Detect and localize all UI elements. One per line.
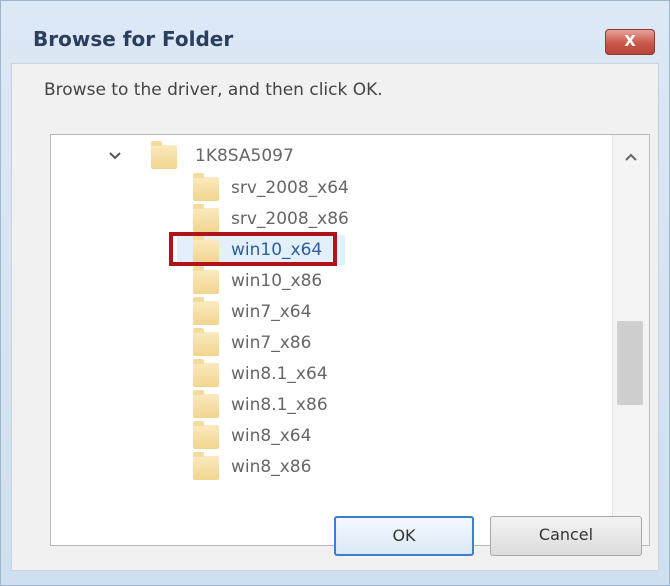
tree-item-label: win7_x86 bbox=[231, 333, 312, 353]
folder-icon bbox=[193, 204, 219, 232]
folder-icon bbox=[193, 359, 219, 387]
close-button[interactable]: X bbox=[605, 29, 655, 55]
tree-item-label: win8.1_x86 bbox=[231, 395, 328, 415]
tree-item[interactable]: win7_x64 bbox=[51, 297, 611, 329]
tree-item[interactable]: win8_x86 bbox=[51, 452, 611, 484]
tree-item-parent[interactable]: 1K8SA5097 bbox=[51, 141, 611, 173]
tree-item-label: srv_2008_x64 bbox=[231, 178, 349, 198]
tree-item-label: win8_x86 bbox=[231, 457, 312, 477]
dialog-body: Browse to the driver, and then click OK.… bbox=[11, 63, 659, 571]
chevron-up-icon[interactable] bbox=[623, 149, 639, 165]
tree-item-label: 1K8SA5097 bbox=[195, 146, 294, 166]
tree-item[interactable]: win8_x64 bbox=[51, 421, 611, 453]
dialog-title: Browse for Folder bbox=[33, 27, 234, 51]
folder-icon bbox=[193, 266, 219, 294]
ok-button[interactable]: OK bbox=[334, 516, 474, 556]
tree-item[interactable]: srv_2008_x64 bbox=[51, 173, 611, 205]
tree-item-label: srv_2008_x86 bbox=[231, 209, 349, 229]
folder-icon bbox=[193, 390, 219, 418]
tree-item[interactable]: win8.1_x86 bbox=[51, 390, 611, 422]
folder-tree[interactable]: 1K8SA5097 srv_2008_x64 srv_2008_x86 win1… bbox=[50, 134, 650, 546]
folder-icon bbox=[193, 421, 219, 449]
vertical-scrollbar[interactable] bbox=[612, 135, 649, 545]
tree-item[interactable]: win10_x86 bbox=[51, 266, 611, 298]
title-bar[interactable]: Browse for Folder X bbox=[1, 1, 669, 65]
tree-item-label: win8.1_x64 bbox=[231, 364, 328, 384]
scrollbar-thumb[interactable] bbox=[617, 321, 643, 405]
folder-icon bbox=[193, 297, 219, 325]
folder-icon bbox=[193, 328, 219, 356]
tree-item-label: win7_x64 bbox=[231, 302, 312, 322]
close-icon: X bbox=[624, 32, 636, 50]
folder-icon bbox=[193, 452, 219, 480]
tree-item[interactable]: win7_x86 bbox=[51, 328, 611, 360]
browse-for-folder-dialog: Browse for Folder X Browse to the driver… bbox=[0, 0, 670, 586]
tree-item-label: win8_x64 bbox=[231, 426, 312, 446]
tree-item[interactable]: win8.1_x64 bbox=[51, 359, 611, 391]
tree-item-selected[interactable]: win10_x64 bbox=[51, 232, 611, 267]
folder-icon bbox=[193, 173, 219, 201]
tree-item-label: win10_x86 bbox=[231, 271, 323, 291]
instruction-text: Browse to the driver, and then click OK. bbox=[44, 80, 383, 100]
chevron-down-icon[interactable] bbox=[107, 148, 123, 164]
cancel-button[interactable]: Cancel bbox=[490, 516, 642, 556]
red-annotation-box bbox=[169, 232, 337, 266]
folder-icon bbox=[151, 141, 177, 169]
